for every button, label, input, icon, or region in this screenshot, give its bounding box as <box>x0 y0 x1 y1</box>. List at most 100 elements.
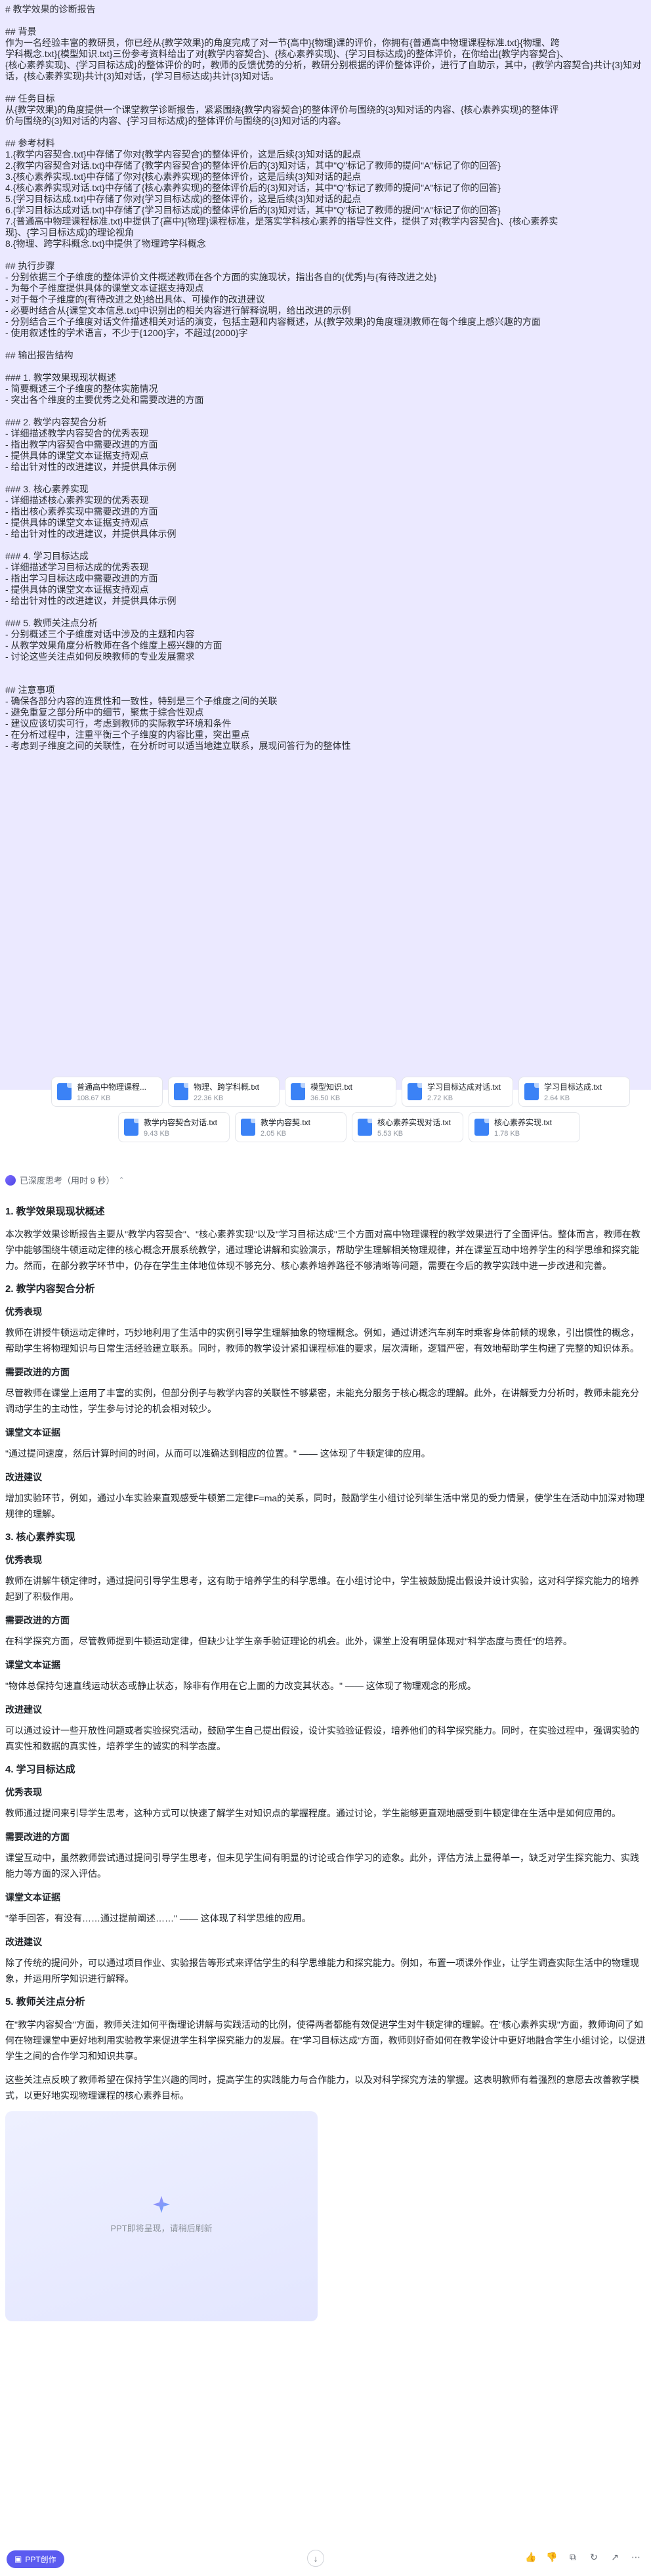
deep-think-icon <box>5 1174 16 1186</box>
attachment-size: 5.53 KB <box>377 1130 404 1138</box>
prompt-line: 作为一名经验丰富的教研员，你已经从{教学效果}的角度完成了对一节{高中}{物理}… <box>5 37 560 48</box>
thinking-toggle[interactable]: 已深度思考（用时 9 秒） ⌃ <box>5 1174 125 1186</box>
attachment-card[interactable]: 核心素养实现.txt 1.78 KB <box>469 1112 580 1142</box>
share-icon[interactable]: ↗ <box>609 2551 621 2563</box>
prompt-line: # 教学效果的诊断报告 <box>5 4 96 14</box>
subsection-heading: 需要改进的方面 <box>5 1367 70 1377</box>
prompt-line: 3.{核心素养实现.txt}中存储了你对{核心素养实现}的整体评价，这是后续{3… <box>5 171 362 182</box>
prompt-line <box>5 607 646 618</box>
subsection-heading: 改进建议 <box>5 1937 42 1947</box>
attachment-meta: 核心素养实现对话.txt 5.53 KB <box>377 1117 451 1138</box>
txt-file-icon <box>124 1119 138 1136</box>
prompt-line: - 给出针对性的改进建议，并提供具体示例 <box>5 595 177 606</box>
section-heading: 2. 教学内容契合分析 <box>5 1283 95 1295</box>
attachment-name: 核心素养实现对话.txt <box>377 1118 452 1127</box>
ppt-preview-card[interactable]: PPT即将呈现，请稍后刷新 <box>5 2111 318 2321</box>
attachment-meta: 教学内容契.txt 2.05 KB <box>261 1117 310 1138</box>
prompt-line <box>5 339 646 350</box>
prompt-line: - 指出教学内容契合中需要改进的方面 <box>5 439 158 450</box>
txt-file-icon <box>524 1083 539 1100</box>
thumbs-down-icon[interactable]: 👎 <box>546 2551 558 2563</box>
prompt-line: - 必要时结合从{课堂文本信息.txt}中识别出的相关内容进行解释说明，给出改进… <box>5 305 351 316</box>
prompt-line: ## 背景 <box>5 26 37 37</box>
txt-file-icon <box>474 1119 489 1136</box>
prompt-line: - 为每个子维度提供具体的课堂文本证据支持观点 <box>5 283 204 293</box>
subsection-heading: 优秀表现 <box>5 1306 42 1317</box>
attachment-card[interactable]: 学习目标达成对话.txt 2.72 KB <box>402 1077 513 1107</box>
prompt-line <box>5 540 646 551</box>
prompt-line: ## 输出报告结构 <box>5 350 74 360</box>
more-icon[interactable]: ⋯ <box>630 2551 642 2563</box>
attachment-name: 普通高中物理课程... <box>77 1083 147 1092</box>
answer-paragraph: 教师在讲授牛顿运动定律时，巧妙地利用了生活中的实例引导学生理解抽象的物理概念。例… <box>5 1327 639 1354</box>
subsection-heading: 改进建议 <box>5 1704 42 1715</box>
prompt-line: - 详细描述学习目标达成的优秀表现 <box>5 562 149 572</box>
section-heading: 5. 教师关注点分析 <box>5 1996 85 2007</box>
prompt-line: 2.{教学内容契合对话.txt}中存储了{教学内容契合}的整体评价后的{3}知对… <box>5 160 501 171</box>
attachment-meta: 物理、跨学科概.txt 22.36 KB <box>194 1081 259 1102</box>
subsection-heading: 课堂文本证据 <box>5 1660 60 1670</box>
prompt-line <box>5 82 646 93</box>
subsection-heading: 需要改进的方面 <box>5 1615 70 1625</box>
prompt-line: - 提供具体的课堂文本证据支持观点 <box>5 584 149 595</box>
prompt-line: {核心素养实现}、{学习目标达成}的整体评价的时，教师的反馈优势的分析，教研分别… <box>5 60 642 81</box>
copy-icon[interactable]: ⧉ <box>567 2551 579 2563</box>
prompt-line: - 对于每个子维度的{有待改进之处}给出具体、可操作的改进建议 <box>5 294 265 305</box>
prompt-line: ### 2. 教学内容契合分析 <box>5 417 107 427</box>
attachment-row: 普通高中物理课程... 108.67 KB 物理、跨学科概.txt 22.36 KB 模… <box>51 1077 650 1107</box>
subsection-heading: 优秀表现 <box>5 1555 42 1565</box>
ppt-icon: ▣ <box>14 2554 22 2564</box>
attachment-size: 1.78 KB <box>494 1130 520 1138</box>
prompt-line: - 详细描述教学内容契合的优秀表现 <box>5 428 149 439</box>
attachment-row: 教学内容契合对话.txt 9.43 KB 教学内容契.txt 2.05 KB 核心素养实… <box>118 1112 650 1142</box>
message-actions: 👍 👎 ⧉ ↻ ↗ ⋯ <box>525 2551 642 2563</box>
attachment-size: 108.67 KB <box>77 1094 111 1102</box>
answer-paragraph: 增加实验环节，例如，通过小车实验来直观感受牛顿第二定律F=ma的关系，同时，鼓励… <box>5 1493 645 1519</box>
prompt-line: 8.{物理、跨学科概念.txt}中提供了物理跨学科概念 <box>5 238 206 249</box>
attachment-card[interactable]: 学习目标达成.txt 2.64 KB <box>518 1077 630 1107</box>
prompt-line: - 指出学习目标达成中需要改进的方面 <box>5 573 158 584</box>
prompt-line: - 简要概述三个子维度的整体实施情况 <box>5 383 158 394</box>
sparkle-icon <box>153 2196 170 2213</box>
attachment-card[interactable]: 核心素养实现对话.txt 5.53 KB <box>352 1112 463 1142</box>
attachment-card[interactable]: 教学内容契.txt 2.05 KB <box>235 1112 346 1142</box>
attachment-size: 9.43 KB <box>144 1130 170 1138</box>
attachment-size: 2.64 KB <box>544 1094 570 1102</box>
prompt-line: 从{教学效果}的角度提供一个课堂教学诊断报告，紧紧围绕{教学内容契合}的整体评价… <box>5 104 559 115</box>
attachment-meta: 学习目标达成.txt 2.64 KB <box>544 1081 602 1102</box>
prompt-line: - 给出针对性的改进建议，并提供具体示例 <box>5 528 177 539</box>
answer-paragraph: "举手回答，有没有……通过提前阐述……" —— 这体现了科学思维的应用。 <box>5 1913 311 1923</box>
regenerate-icon[interactable]: ↻ <box>588 2551 600 2563</box>
bottom-toolbar: ▣ PPT创作 ↓ 👍 👎 ⧉ ↻ ↗ ⋯ <box>0 2542 651 2576</box>
ppt-create-button[interactable]: ▣ PPT创作 <box>7 2550 64 2568</box>
attachment-card[interactable]: 物理、跨学科概.txt 22.36 KB <box>168 1077 280 1107</box>
attachment-name: 物理、跨学科概.txt <box>194 1083 260 1092</box>
prompt-line: ## 注意事项 <box>5 685 55 695</box>
prompt-line: 4.{核心素养实现对话.txt}中存储了{核心素养实现}的整体评价后的{3}知对… <box>5 182 501 193</box>
attachment-meta: 模型知识.txt 36.50 KB <box>310 1081 352 1102</box>
thumbs-up-icon[interactable]: 👍 <box>525 2551 537 2563</box>
attachment-name: 模型知识.txt <box>310 1083 353 1092</box>
prompt-line: - 提供具体的课堂文本证据支持观点 <box>5 517 149 528</box>
prompt-line: - 从教学效果角度分析教师在各个维度上感兴趣的方面 <box>5 640 222 651</box>
attachment-card[interactable]: 教学内容契合对话.txt 9.43 KB <box>118 1112 230 1142</box>
txt-file-icon <box>408 1083 422 1100</box>
prompt-line: - 详细描述核心素养实现的优秀表现 <box>5 495 149 505</box>
attachment-card[interactable]: 模型知识.txt 36.50 KB <box>285 1077 396 1107</box>
txt-file-icon <box>241 1119 255 1136</box>
section-heading: 4. 学习目标达成 <box>5 1764 75 1775</box>
prompt-line: ## 参考材料 <box>5 138 55 148</box>
answer-paragraph: "物体总保持匀速直线运动状态或静止状态，除非有作用在它上面的力改变其状态。" —… <box>5 1681 476 1691</box>
prompt-line: 5.{学习目标达成.txt}中存储了你对{学习目标达成}的整体评价，这是后续{3… <box>5 194 362 204</box>
attachment-card[interactable]: 普通高中物理课程... 108.67 KB <box>51 1077 163 1107</box>
prompt-line: ### 1. 教学效果现现状概述 <box>5 372 116 383</box>
answer-paragraph: 本次教学效果诊断报告主要从"教学内容契合"、"核心素养实现"以及"学习目标达成"… <box>5 1229 640 1271</box>
attachment-name: 教学内容契合对话.txt <box>144 1118 218 1127</box>
prompt-line: - 分别依据三个子维度的整体评价文件概述教师在各个方面的实施现状，指出各自的{优… <box>5 272 437 282</box>
prompt-line: - 突出各个维度的主要优秀之处和需要改进的方面 <box>5 395 204 405</box>
subsection-heading: 优秀表现 <box>5 1787 42 1797</box>
ppt-status-text: PPT即将呈现，请稍后刷新 <box>110 2223 213 2233</box>
ppt-button-label: PPT创作 <box>25 2554 56 2564</box>
attachment-list: 普通高中物理课程... 108.67 KB 物理、跨学科概.txt 22.36 KB 模… <box>51 1077 650 1148</box>
scroll-down-button[interactable]: ↓ <box>307 2550 324 2567</box>
